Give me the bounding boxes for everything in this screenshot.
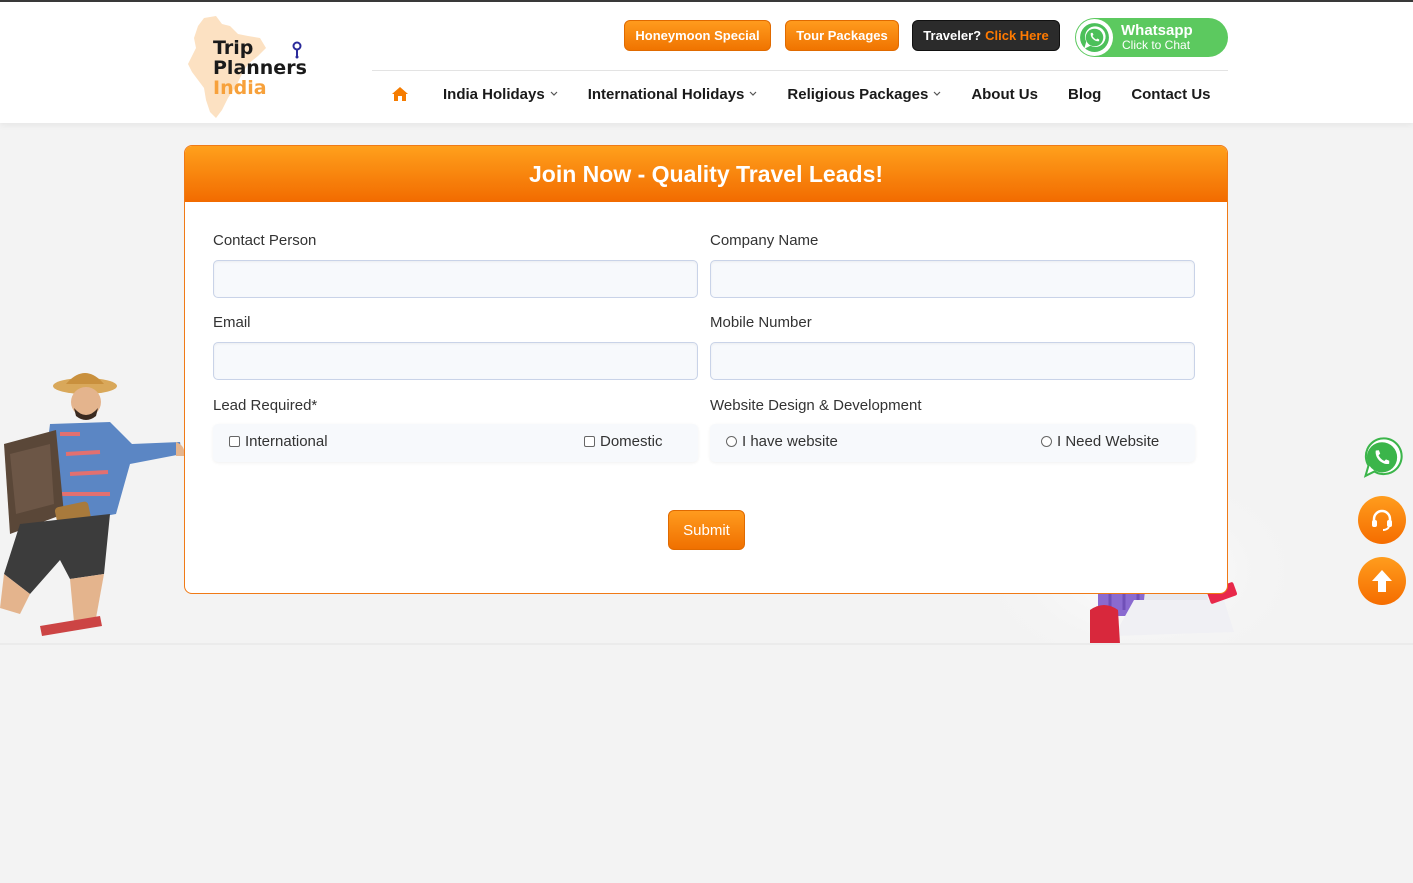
- traveler-prefix: Traveler?: [923, 28, 982, 43]
- email-input[interactable]: [213, 342, 698, 380]
- nav-item-label: Contact Us: [1131, 85, 1211, 103]
- traveler-click-here-button[interactable]: Traveler? Click Here: [912, 20, 1060, 51]
- traveler-illustration: [0, 373, 185, 636]
- nav-item-about-us[interactable]: About Us: [956, 76, 1053, 112]
- website-design-label: Website Design & Development: [710, 397, 922, 414]
- site-header: Trip Planners India Honeymoon Special To…: [0, 2, 1413, 123]
- content-divider: [0, 643, 1413, 645]
- whatsapp-icon: [1363, 437, 1403, 478]
- email-label: Email: [213, 314, 251, 331]
- lead-required-label: Lead Required*: [213, 397, 318, 414]
- logo-line-trip: Trip: [213, 37, 254, 59]
- whatsapp-title: Whatsapp: [1121, 22, 1193, 39]
- headset-icon: [1372, 509, 1392, 531]
- nav-item-label: Religious Packages: [787, 85, 929, 103]
- whatsapp-subtitle: Click to Chat: [1122, 38, 1191, 52]
- main-nav: India Holidays International Holidays Re…: [380, 76, 1226, 112]
- nav-home-link[interactable]: [380, 76, 420, 112]
- lead-option-international[interactable]: International: [229, 433, 328, 450]
- chevron-down-icon: [933, 91, 941, 96]
- company-name-label: Company Name: [710, 232, 819, 249]
- whatsapp-icon: [1076, 19, 1113, 56]
- logo-line-india: India: [213, 77, 267, 99]
- nav-item-label: International Holidays: [587, 85, 745, 103]
- chevron-down-icon: [749, 91, 757, 96]
- home-icon: [392, 87, 408, 101]
- lead-option-domestic[interactable]: Domestic: [584, 433, 663, 450]
- website-option-need[interactable]: I Need Website: [1041, 433, 1159, 450]
- mobile-number-label: Mobile Number: [710, 314, 812, 331]
- form-heading: Join Now - Quality Travel Leads!: [185, 146, 1227, 202]
- mobile-number-input[interactable]: [710, 342, 1195, 380]
- contact-person-input[interactable]: [213, 260, 698, 298]
- nav-item-religious-packages[interactable]: Religious Packages: [772, 76, 956, 112]
- tour-packages-button[interactable]: Tour Packages: [785, 20, 899, 51]
- scroll-to-top-button[interactable]: [1358, 557, 1406, 605]
- traveler-link-text: Click Here: [985, 28, 1049, 43]
- site-logo[interactable]: Trip Planners India: [186, 14, 316, 120]
- lead-option-label: Domestic: [600, 433, 663, 450]
- have-website-radio[interactable]: [726, 436, 737, 447]
- chevron-down-icon: [550, 91, 558, 96]
- international-checkbox[interactable]: [229, 436, 240, 447]
- lead-required-options: International Domestic: [213, 424, 698, 462]
- domestic-checkbox[interactable]: [584, 436, 595, 447]
- contact-person-label: Contact Person: [213, 232, 317, 249]
- nav-item-international-holidays[interactable]: International Holidays: [573, 76, 773, 112]
- website-option-have[interactable]: I have website: [726, 433, 838, 450]
- company-name-input[interactable]: [710, 260, 1195, 298]
- nav-item-label: India Holidays: [443, 85, 545, 103]
- nav-item-label: Blog: [1067, 85, 1102, 103]
- website-options: I have website I Need Website: [710, 424, 1195, 462]
- website-option-label: I have website: [742, 433, 838, 450]
- join-form-card: Join Now - Quality Travel Leads! Contact…: [184, 145, 1228, 594]
- arrow-up-icon: [1372, 570, 1392, 592]
- floating-whatsapp-button[interactable]: [1358, 434, 1406, 482]
- submit-button[interactable]: Submit: [668, 510, 745, 550]
- lead-option-label: International: [245, 433, 328, 450]
- website-option-label: I Need Website: [1057, 433, 1160, 450]
- nav-item-india-holidays[interactable]: India Holidays: [428, 76, 573, 112]
- whatsapp-chat-button[interactable]: Whatsapp Click to Chat: [1075, 18, 1228, 57]
- nav-divider: [372, 70, 1228, 71]
- logo-text: Trip Planners India: [213, 38, 307, 98]
- logo-line-planners: Planners: [213, 57, 307, 79]
- honeymoon-special-button[interactable]: Honeymoon Special: [624, 20, 771, 51]
- nav-item-contact-us[interactable]: Contact Us: [1116, 76, 1225, 112]
- floating-support-button[interactable]: [1358, 496, 1406, 544]
- need-website-radio[interactable]: [1041, 436, 1052, 447]
- nav-item-label: About Us: [971, 85, 1038, 103]
- nav-item-blog[interactable]: Blog: [1053, 76, 1116, 112]
